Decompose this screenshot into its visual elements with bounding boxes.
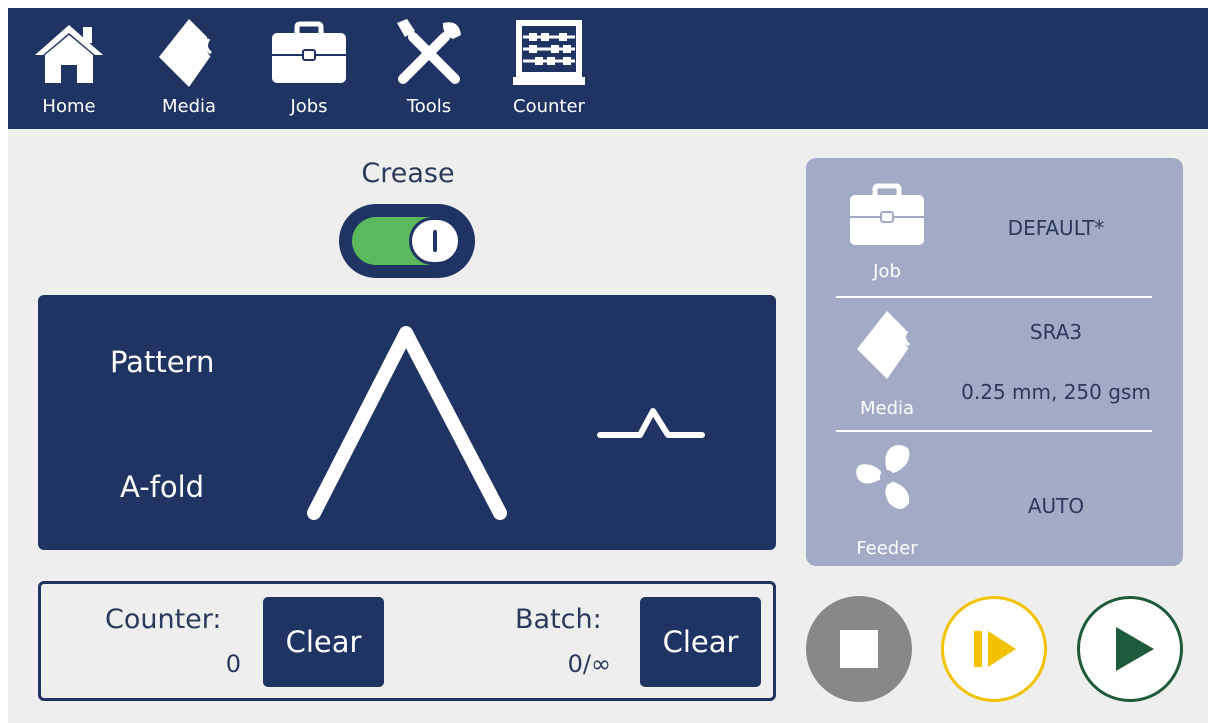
media-sheet-icon	[846, 310, 928, 380]
media-sheet-icon	[134, 18, 244, 88]
crease-profile-icon	[597, 408, 705, 438]
abacus-icon	[494, 18, 604, 88]
status-media-size: SRA3	[1029, 320, 1083, 344]
nav-item-media[interactable]: Media	[134, 8, 244, 129]
start-button[interactable]	[1077, 596, 1183, 702]
nav-item-media-label: Media	[161, 96, 217, 117]
status-row-job[interactable]: Job DEFAULT*	[806, 158, 1183, 296]
status-media-label: Media	[859, 398, 915, 419]
top-nav-bar: Home Media Jobs Tools Counter	[8, 8, 1208, 129]
nav-item-counter-label: Counter	[513, 96, 585, 117]
app-screen: Home Media Jobs Tools Counter Crease Pat…	[8, 8, 1208, 723]
single-step-icon	[974, 631, 1016, 667]
crease-label: Crease	[361, 158, 455, 189]
counter-value: 0	[225, 650, 241, 678]
fan-icon	[846, 442, 928, 512]
status-feeder-label: Feeder	[856, 538, 918, 559]
status-row-feeder[interactable]: Feeder AUTO	[806, 432, 1183, 566]
a-fold-diagram-icon	[307, 326, 705, 520]
status-job-value: DEFAULT*	[1007, 216, 1105, 240]
stop-icon	[840, 630, 878, 668]
nav-item-home-label: Home	[42, 96, 96, 117]
counter-label: Counter:	[105, 604, 222, 635]
batch-value: 0/∞	[567, 650, 611, 678]
batch-label: Batch:	[515, 604, 602, 635]
nav-item-jobs[interactable]: Jobs	[254, 8, 364, 129]
tools-icon	[374, 18, 484, 88]
nav-item-tools-label: Tools	[406, 96, 452, 117]
status-feeder-value: AUTO	[1027, 494, 1085, 518]
status-job-label: Job	[873, 261, 901, 282]
nav-item-counter[interactable]: Counter	[494, 8, 604, 129]
status-panel: Job DEFAULT* Media SRA3 0.25 mm, 250 gsm	[806, 158, 1183, 566]
stop-button[interactable]	[806, 596, 912, 702]
crease-toggle-knob	[409, 217, 461, 265]
play-icon	[1116, 627, 1154, 671]
nav-item-jobs-label: Jobs	[290, 96, 328, 117]
pattern-panel[interactable]: Pattern A-fold	[38, 295, 776, 550]
home-icon	[14, 18, 124, 88]
status-media-weight: 0.25 mm, 250 gsm	[961, 380, 1151, 404]
status-row-media[interactable]: Media SRA3 0.25 mm, 250 gsm	[806, 298, 1183, 430]
counter-clear-button[interactable]: Clear	[263, 597, 384, 687]
briefcase-icon	[846, 180, 928, 250]
crease-toggle[interactable]	[339, 204, 475, 278]
briefcase-icon	[254, 18, 364, 88]
counter-panel: Counter: 0 Clear Batch: 0/∞ Clear	[38, 581, 776, 701]
batch-clear-button[interactable]: Clear	[640, 597, 761, 687]
single-step-button[interactable]	[941, 596, 1047, 702]
nav-item-tools[interactable]: Tools	[374, 8, 484, 129]
nav-item-home[interactable]: Home	[14, 8, 124, 129]
